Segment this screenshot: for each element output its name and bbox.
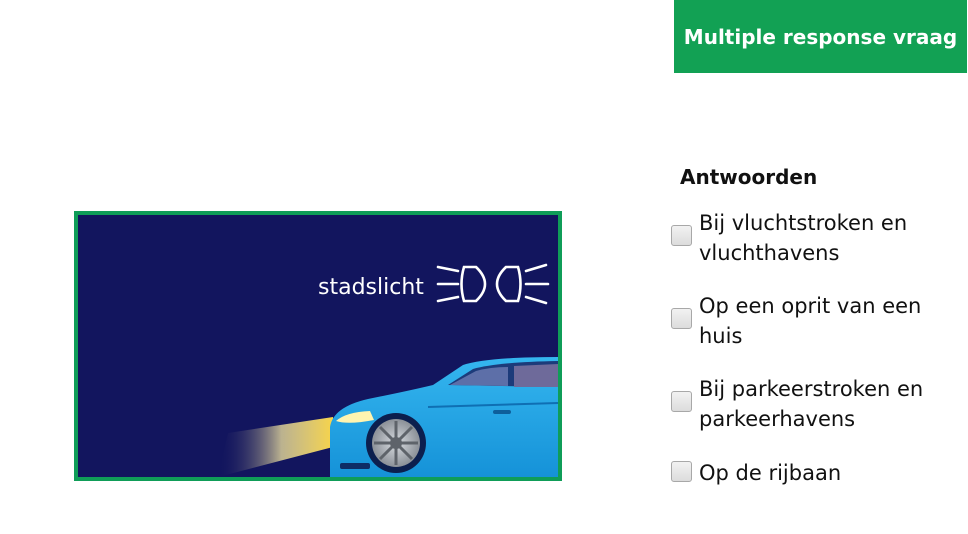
- question-image: stadslicht: [74, 211, 562, 481]
- answer-checkbox[interactable]: [671, 461, 692, 482]
- question-illustration: stadslicht: [218, 263, 558, 477]
- parking-light-icon: [436, 263, 550, 305]
- answer-option-1[interactable]: Bij vluchtstroken en vluchthavens: [671, 208, 961, 268]
- answer-checkbox[interactable]: [671, 391, 692, 412]
- stadslicht-caption: stadslicht: [318, 275, 424, 300]
- question-type-badge: Multiple response vraag: [674, 0, 967, 73]
- answer-option-4[interactable]: Op de rijbaan: [671, 458, 961, 488]
- question-type-label: Multiple response vraag: [683, 24, 958, 49]
- answer-checkbox[interactable]: [671, 308, 692, 329]
- answer-option-2[interactable]: Op een oprit van een huis: [671, 291, 961, 351]
- page: Multiple response vraag stadslicht Antwo…: [0, 0, 968, 534]
- answers-heading: Antwoorden: [680, 165, 818, 189]
- answer-label[interactable]: Bij parkeerstroken en parkeerhavens: [699, 374, 961, 434]
- car-illustration: [330, 357, 558, 477]
- answer-label[interactable]: Op de rijbaan: [699, 458, 841, 488]
- answer-option-3[interactable]: Bij parkeerstroken en parkeerhavens: [671, 374, 961, 434]
- headlight-beam: [218, 417, 333, 477]
- answer-checkbox[interactable]: [671, 225, 692, 246]
- answer-label[interactable]: Op een oprit van een huis: [699, 291, 961, 351]
- answer-label[interactable]: Bij vluchtstroken en vluchthavens: [699, 208, 961, 268]
